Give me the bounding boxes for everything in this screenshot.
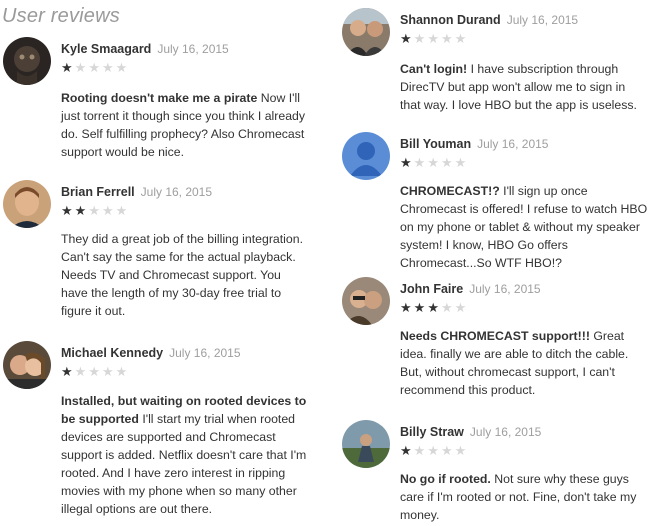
star-empty-icon: ★ — [101, 364, 114, 379]
star-rating: ★ ★ ★ ★ ★ — [400, 444, 468, 458]
author-name[interactable]: Michael Kennedy — [61, 346, 163, 360]
review-card: John Faire July 16, 2015 ★ ★ ★ ★ ★ Needs CHRO… — [342, 277, 642, 402]
review-card: Shannon Durand July 16, 2015 ★ ★ ★ ★ ★ Can't … — [342, 8, 642, 118]
review-body: CHROMECAST!? I'll sign up once Chromecas… — [400, 182, 648, 272]
avatar[interactable] — [3, 180, 51, 228]
star-empty-icon: ★ — [88, 203, 100, 218]
review-body: Rooting doesn't make me a pirate Now I'l… — [61, 89, 311, 161]
star-empty-icon: ★ — [88, 364, 100, 379]
star-empty-icon: ★ — [413, 443, 426, 458]
review-body: Needs CHROMECAST support!!! Great idea. … — [400, 327, 645, 399]
star-empty-icon: ★ — [413, 155, 426, 170]
review-text: I'll start my trial when rooted devices … — [61, 412, 307, 516]
review-card: Kyle Smaagard July 16, 2015 ★ ★ ★ ★ ★ Rooting… — [3, 37, 305, 162]
page-title: User reviews — [2, 5, 120, 27]
review-date: July 16, 2015 — [506, 13, 579, 27]
review-body: No go if rooted. Not sure why these guys… — [400, 470, 648, 524]
avatar[interactable] — [3, 37, 51, 85]
review-date: July 16, 2015 — [469, 425, 542, 439]
author-name[interactable]: Shannon Durand — [400, 13, 501, 27]
star-empty-icon: ★ — [454, 443, 467, 458]
review-body: Can't login! I have subscription through… — [400, 60, 645, 114]
star-rating: ★ ★ ★ ★ ★ — [61, 204, 129, 218]
star-filled-icon: ★ — [413, 300, 426, 315]
review-card: Bill Youman July 16, 2015 ★ ★ ★ ★ ★ CHROMECAS… — [342, 132, 647, 270]
review-title: CHROMECAST!? — [400, 184, 500, 198]
star-empty-icon: ★ — [440, 155, 453, 170]
review-card: Michael Kennedy July 16, 2015 ★ ★ ★ ★ ★ Insta… — [3, 341, 313, 521]
star-filled-icon: ★ — [427, 300, 439, 315]
review-title: No go if rooted. — [400, 472, 491, 486]
star-empty-icon: ★ — [427, 31, 439, 46]
star-filled-icon: ★ — [61, 60, 73, 75]
star-empty-icon: ★ — [115, 60, 128, 75]
avatar[interactable] — [342, 420, 390, 468]
review-text: They did a great job of the billing inte… — [61, 232, 303, 318]
star-empty-icon: ★ — [115, 364, 128, 379]
review-date: July 16, 2015 — [157, 42, 229, 56]
star-empty-icon: ★ — [427, 443, 439, 458]
star-empty-icon: ★ — [440, 443, 453, 458]
review-card: Brian Ferrell July 16, 2015 ★ ★ ★ ★ ★ They di… — [3, 180, 303, 322]
review-body: Installed, but waiting on rooted devices… — [61, 392, 313, 518]
star-empty-icon: ★ — [454, 31, 467, 46]
star-empty-icon: ★ — [454, 300, 467, 315]
star-empty-icon: ★ — [88, 60, 100, 75]
star-rating: ★ ★ ★ ★ ★ — [400, 32, 468, 46]
review-date: July 16, 2015 — [169, 346, 241, 360]
review-title: Can't login! — [400, 62, 468, 76]
star-empty-icon: ★ — [115, 203, 128, 218]
star-empty-icon: ★ — [413, 31, 426, 46]
star-rating: ★ ★ ★ ★ ★ — [61, 365, 129, 379]
star-filled-icon: ★ — [74, 203, 87, 218]
star-empty-icon: ★ — [427, 155, 439, 170]
star-rating: ★ ★ ★ ★ ★ — [400, 301, 468, 315]
avatar[interactable] — [342, 277, 390, 325]
review-date: July 16, 2015 — [477, 137, 549, 151]
author-name[interactable]: Bill Youman — [400, 137, 471, 151]
star-filled-icon: ★ — [400, 31, 412, 46]
avatar[interactable] — [342, 8, 390, 56]
star-filled-icon: ★ — [61, 203, 73, 218]
author-name[interactable]: Kyle Smaagard — [61, 42, 151, 56]
star-empty-icon: ★ — [101, 203, 114, 218]
review-card: Billy Straw July 16, 2015 ★ ★ ★ ★ ★ No go if … — [342, 420, 642, 522]
star-empty-icon: ★ — [101, 60, 114, 75]
star-filled-icon: ★ — [400, 443, 412, 458]
star-empty-icon: ★ — [440, 300, 453, 315]
star-rating: ★ ★ ★ ★ ★ — [400, 156, 468, 170]
review-title: Rooting doesn't make me a pirate — [61, 91, 258, 105]
star-rating: ★ ★ ★ ★ ★ — [61, 61, 129, 75]
star-empty-icon: ★ — [74, 60, 87, 75]
author-name[interactable]: Brian Ferrell — [61, 185, 135, 199]
review-date: July 16, 2015 — [469, 282, 541, 296]
star-filled-icon: ★ — [400, 155, 412, 170]
author-name[interactable]: John Faire — [400, 282, 463, 296]
star-empty-icon: ★ — [74, 364, 87, 379]
review-title: Needs CHROMECAST support!!! — [400, 329, 590, 343]
star-empty-icon: ★ — [454, 155, 467, 170]
avatar[interactable] — [342, 132, 390, 180]
star-filled-icon: ★ — [400, 300, 412, 315]
avatar[interactable] — [3, 341, 51, 389]
star-filled-icon: ★ — [61, 364, 73, 379]
star-empty-icon: ★ — [440, 31, 453, 46]
review-date: July 16, 2015 — [140, 185, 213, 199]
author-name[interactable]: Billy Straw — [400, 425, 464, 439]
review-body: They did a great job of the billing inte… — [61, 230, 303, 320]
